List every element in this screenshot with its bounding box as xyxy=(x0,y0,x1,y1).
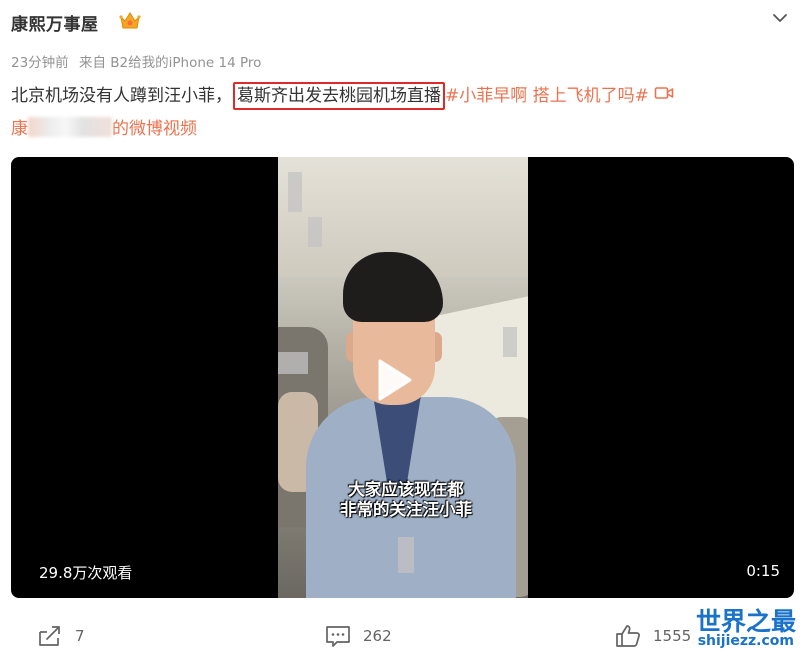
highlighted-text: 葛斯齐出发去桃园机场直播 xyxy=(233,82,445,110)
watermark-url: shijiezz.com xyxy=(697,633,794,649)
post-content: 北京机场没有人蹲到汪小菲， 葛斯齐出发去桃园机场直播 #小菲早啊 搭上飞机了吗# 康… xyxy=(11,80,796,146)
post-header: 康熙万事屋 xyxy=(11,10,790,44)
post-text: 北京机场没有人蹲到汪小菲， xyxy=(11,86,232,106)
comment-button[interactable]: 262 xyxy=(325,624,392,648)
video-duration: 0:15 xyxy=(746,562,780,580)
blurred-name xyxy=(28,117,112,137)
crown-icon xyxy=(119,12,141,29)
view-count: 29.8万次观看 xyxy=(39,564,133,582)
video-subtitle: 大家应该现在都 非常的关注汪小菲 xyxy=(340,480,472,519)
post-time[interactable]: 23分钟前 xyxy=(11,55,69,71)
comment-icon xyxy=(326,626,350,647)
video-link-label: 的微博视频 xyxy=(112,119,197,139)
video-link[interactable]: 康 的微博视频 xyxy=(11,113,796,146)
repost-count: 7 xyxy=(75,627,85,645)
topic-link[interactable]: #小菲早啊 搭上飞机了吗# xyxy=(445,86,649,106)
video-link-prefix: 康 xyxy=(11,119,28,139)
comment-count: 262 xyxy=(363,627,392,645)
like-icon xyxy=(616,625,640,647)
video-player[interactable]: 大家应该现在都 非常的关注汪小菲 29.8万次观看 0:15 xyxy=(11,157,794,598)
site-watermark: 世界之最 shijiezz.com xyxy=(674,602,796,658)
chevron-down-icon[interactable] xyxy=(770,8,790,28)
author-name[interactable]: 康熙万事屋 xyxy=(11,10,99,35)
play-icon[interactable] xyxy=(364,352,420,408)
post-meta: 23分钟前 来自 B2给我的iPhone 14 Pro xyxy=(11,51,267,71)
repost-button[interactable]: 7 xyxy=(37,624,85,648)
post-source: 来自 B2给我的iPhone 14 Pro xyxy=(78,55,262,71)
video-camera-icon[interactable] xyxy=(654,85,674,101)
repost-icon xyxy=(39,626,60,646)
